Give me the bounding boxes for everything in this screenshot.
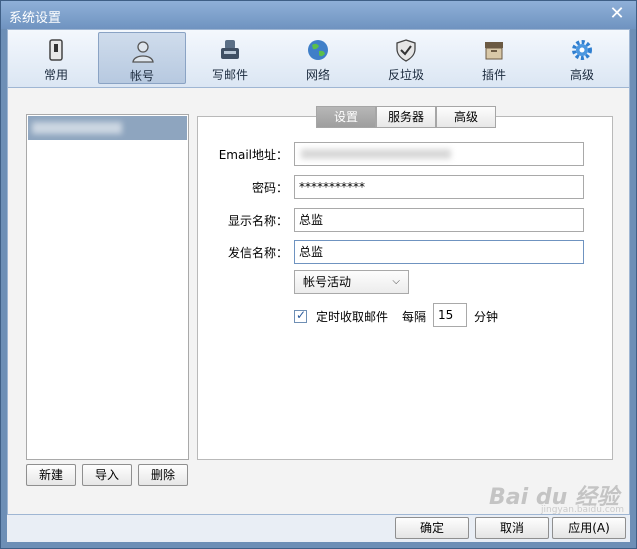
password-field[interactable]: *********** (294, 175, 584, 199)
delete-account-button[interactable]: 删除 (138, 464, 188, 486)
toolbar-item-network[interactable]: 网络 (274, 32, 362, 84)
email-field[interactable] (294, 142, 584, 166)
apply-button[interactable]: 应用(A) (552, 517, 626, 539)
user-icon (132, 41, 154, 63)
settings-content: 新建 导入 删除 设置 服务器 高级 Email地址： 密码： ********… (7, 87, 630, 515)
sender-name-label: 发信名称： (227, 246, 288, 260)
import-account-button[interactable]: 导入 (82, 464, 132, 486)
toolbar-label: 写邮件 (211, 68, 248, 82)
sender-name-field[interactable]: 总监 (294, 240, 584, 264)
checkmark-icon: ✓ (296, 308, 307, 322)
title-bar: 系统设置 ✕ (1, 1, 636, 29)
auto-fetch-checkbox[interactable]: ✓ (294, 308, 307, 323)
toolbar-item-compose[interactable]: 写邮件 (186, 32, 274, 84)
window-title: 系统设置 (9, 11, 62, 26)
chevron-down-icon: ⌵ (392, 276, 400, 287)
cancel-button[interactable]: 取消 (475, 517, 549, 539)
tab-advanced[interactable]: 高级 (436, 106, 496, 128)
toolbar-label: 反垃圾 (387, 68, 424, 82)
toolbar-item-advanced[interactable]: 高级 (538, 32, 626, 84)
tab-server[interactable]: 服务器 (376, 106, 436, 128)
compose-icon (221, 40, 239, 59)
password-label: 密码： (251, 181, 288, 195)
globe-icon (308, 40, 328, 60)
switch-icon (49, 39, 63, 61)
redacted-email (301, 149, 451, 159)
redacted-account-name (32, 122, 122, 134)
account-status-dropdown[interactable]: 帐号活动 ⌵ (294, 270, 409, 294)
toolbar-item-general[interactable]: 常用 (12, 32, 100, 84)
every-label: 每隔 (402, 310, 427, 324)
toolbar-label: 网络 (305, 68, 330, 82)
settings-window: 系统设置 ✕ 常用 帐号 写邮件 网络 反垃圾 插件 高级 新建 导入 删除 设… (0, 0, 637, 549)
tab-settings[interactable]: 设置 (316, 106, 376, 128)
toolbar-label: 常用 (43, 68, 68, 82)
fetch-interval-input[interactable]: 15 (433, 303, 467, 327)
toolbar-item-plugins[interactable]: 插件 (450, 32, 538, 84)
account-list-item-selected[interactable] (28, 116, 187, 140)
dialog-footer: 确定 取消 应用(A) (7, 515, 630, 542)
shield-icon (396, 39, 416, 62)
toolbar-label: 插件 (481, 68, 506, 82)
category-toolbar: 常用 帐号 写邮件 网络 反垃圾 插件 高级 (7, 29, 630, 87)
display-name-field[interactable]: 总监 (294, 208, 584, 232)
new-account-button[interactable]: 新建 (26, 464, 76, 486)
watermark-url: jingyan.baidu.com (541, 505, 625, 515)
toolbar-label: 帐号 (129, 69, 154, 83)
dropdown-value: 帐号活动 (303, 275, 352, 289)
email-label: Email地址： (218, 148, 288, 162)
minutes-label: 分钟 (474, 310, 499, 324)
gear-icon (572, 40, 592, 60)
account-list[interactable] (26, 114, 189, 460)
close-icon[interactable]: ✕ (608, 5, 626, 23)
toolbar-item-account[interactable]: 帐号 (98, 32, 186, 84)
auto-fetch-label: 定时收取邮件 (316, 310, 389, 324)
box-icon (485, 42, 503, 60)
ok-button[interactable]: 确定 (395, 517, 469, 539)
display-name-label: 显示名称： (227, 214, 288, 228)
toolbar-label: 高级 (569, 68, 594, 82)
toolbar-item-antispam[interactable]: 反垃圾 (362, 32, 450, 84)
